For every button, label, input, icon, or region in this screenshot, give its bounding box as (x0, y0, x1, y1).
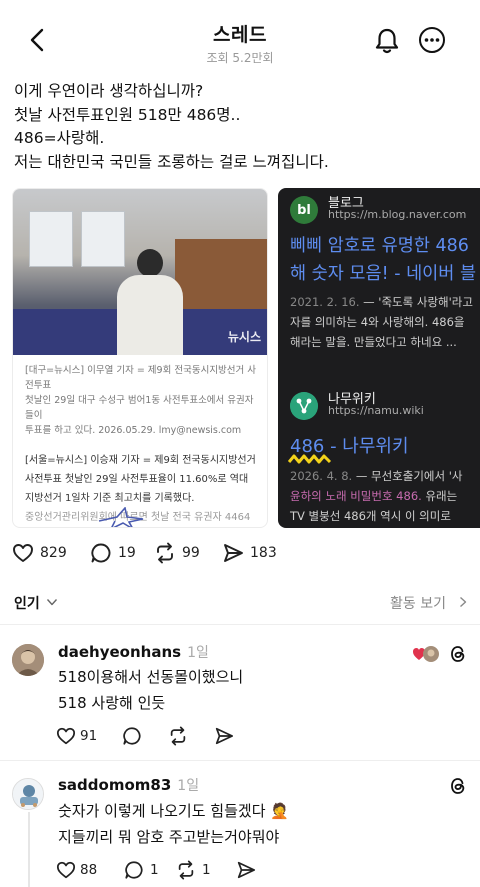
comment-sort-bar: 인기 활동 보기 (0, 588, 480, 618)
post-line: 이게 우연이라 생각하십니까? (14, 82, 204, 100)
bell-icon[interactable] (372, 26, 402, 56)
comment-count: 19 (118, 545, 136, 561)
divider (0, 760, 480, 761)
like-count: 829 (40, 545, 67, 561)
view-activity-link[interactable]: 활동 보기 (390, 593, 446, 613)
result-url: https://namu.wiki (328, 404, 424, 417)
comment-time: 1일 (177, 778, 200, 794)
result-snippet: 2026. 4. 8. — 무선호출기에서 '사 윤하의 노래 비밀번호 486… (290, 469, 463, 523)
share-count: 183 (250, 545, 277, 561)
heart-icon (13, 544, 33, 562)
comment-bubble-icon[interactable] (122, 726, 142, 746)
comment-like-count: 88 (80, 862, 98, 878)
sort-dropdown[interactable]: 인기 (14, 593, 40, 613)
comment-text: 숫자가 이렇게 나오기도 힘들겠다 🤦 지들끼리 뭐 암호 주고받는거야뭐야 (58, 802, 289, 846)
divider (0, 624, 480, 625)
send-icon (224, 544, 243, 562)
chevron-right-icon[interactable] (458, 596, 468, 608)
avatar-image (12, 644, 44, 676)
heart-icon (56, 727, 76, 745)
photo-caption: [대구=뉴시스] 이무열 기자 = 제9회 전국동시지방선거 사전투표 첫날인 … (25, 365, 257, 436)
post-body: 이게 우연이라 생각하십니까? 첫날 사전투표인원 518만 486명.. 48… (14, 80, 474, 174)
view-count: 조회 5.2만회 (206, 51, 274, 65)
threads-logo-icon (451, 778, 465, 794)
avatar[interactable] (12, 644, 44, 676)
thread-connector-line (28, 812, 30, 887)
comment-reply-button[interactable]: 1 (124, 860, 159, 880)
voter-figure (113, 249, 185, 355)
voting-booth (29, 211, 73, 267)
comment-like-button[interactable]: 91 (56, 726, 97, 746)
star-doodle-icon (98, 507, 144, 527)
comment-button[interactable]: 19 (90, 542, 136, 564)
comment-username[interactable]: daehyeonhans 1일 (58, 642, 209, 662)
avatar[interactable] (12, 778, 44, 810)
newsis-watermark: 뉴시스 (227, 330, 261, 344)
send-icon[interactable] (236, 860, 256, 880)
more-options-icon[interactable] (418, 26, 446, 54)
post-line: 저는 대한민국 국민들 조롱하는 걸로 느껴집니다. (14, 152, 329, 171)
repost-icon[interactable] (168, 726, 188, 746)
result-snippet: 2021. 2. 16. — '죽도록 사랑해'라고 자를 의미하는 4와 사랑… (290, 295, 473, 349)
post-line: 첫날 사전투표인원 518만 486명.. (14, 105, 241, 124)
liked-by-author-icon (413, 646, 439, 662)
news-photo: 뉴시스 (13, 189, 267, 355)
comment-time: 1일 (187, 645, 209, 661)
comment-repost-count: 1 (202, 862, 211, 878)
repost-icon (157, 542, 173, 564)
heart-icon (56, 861, 76, 879)
repost-icon (178, 860, 194, 880)
like-button[interactable]: 829 (12, 542, 67, 564)
share-button[interactable]: 183 (222, 542, 277, 564)
comment-reply-count: 1 (150, 862, 159, 878)
page-title: 스레드 (213, 24, 267, 46)
comment-repost-button[interactable]: 1 (176, 860, 211, 880)
news-screenshot-card[interactable]: 뉴시스 [대구=뉴시스] 이무열 기자 = 제9회 전국동시지방선거 사전투표 … (12, 188, 268, 528)
top-bar: 스레드 조회 5.2만회 (0, 0, 480, 72)
comment-like-button[interactable]: 88 (56, 860, 97, 880)
repost-count: 99 (182, 545, 200, 561)
header-title-group: 스레드 조회 5.2만회 (0, 20, 480, 66)
result-title[interactable]: 삐삐 암호로 유명한 486 해 숫자 모음! - 네이버 블 (290, 232, 480, 288)
yellow-scribble-icon (288, 454, 332, 464)
comment-like-count: 91 (80, 728, 98, 744)
threads-logo-icon (451, 646, 465, 662)
blog-icon: bl (290, 196, 318, 224)
desk (175, 239, 267, 309)
send-icon[interactable] (214, 726, 234, 746)
comment-username[interactable]: saddomom83 1일 (58, 775, 199, 795)
comment-bubble-icon (91, 543, 111, 563)
chevron-down-icon[interactable] (46, 596, 58, 608)
avatar-image (13, 779, 43, 809)
post-line: 486=사랑해. (14, 129, 105, 147)
result-url: https://m.blog.naver.com (328, 208, 467, 221)
comment-bubble-icon (125, 861, 143, 879)
comment-text: 518이용해서 선동몰이했으니 518 사랑해 인듯 (58, 668, 244, 712)
repost-button[interactable]: 99 (154, 542, 200, 564)
search-results-card[interactable]: bl 블로그 https://m.blog.naver.com 삐삐 암호로 유… (278, 188, 480, 528)
namuwiki-icon (290, 392, 318, 420)
